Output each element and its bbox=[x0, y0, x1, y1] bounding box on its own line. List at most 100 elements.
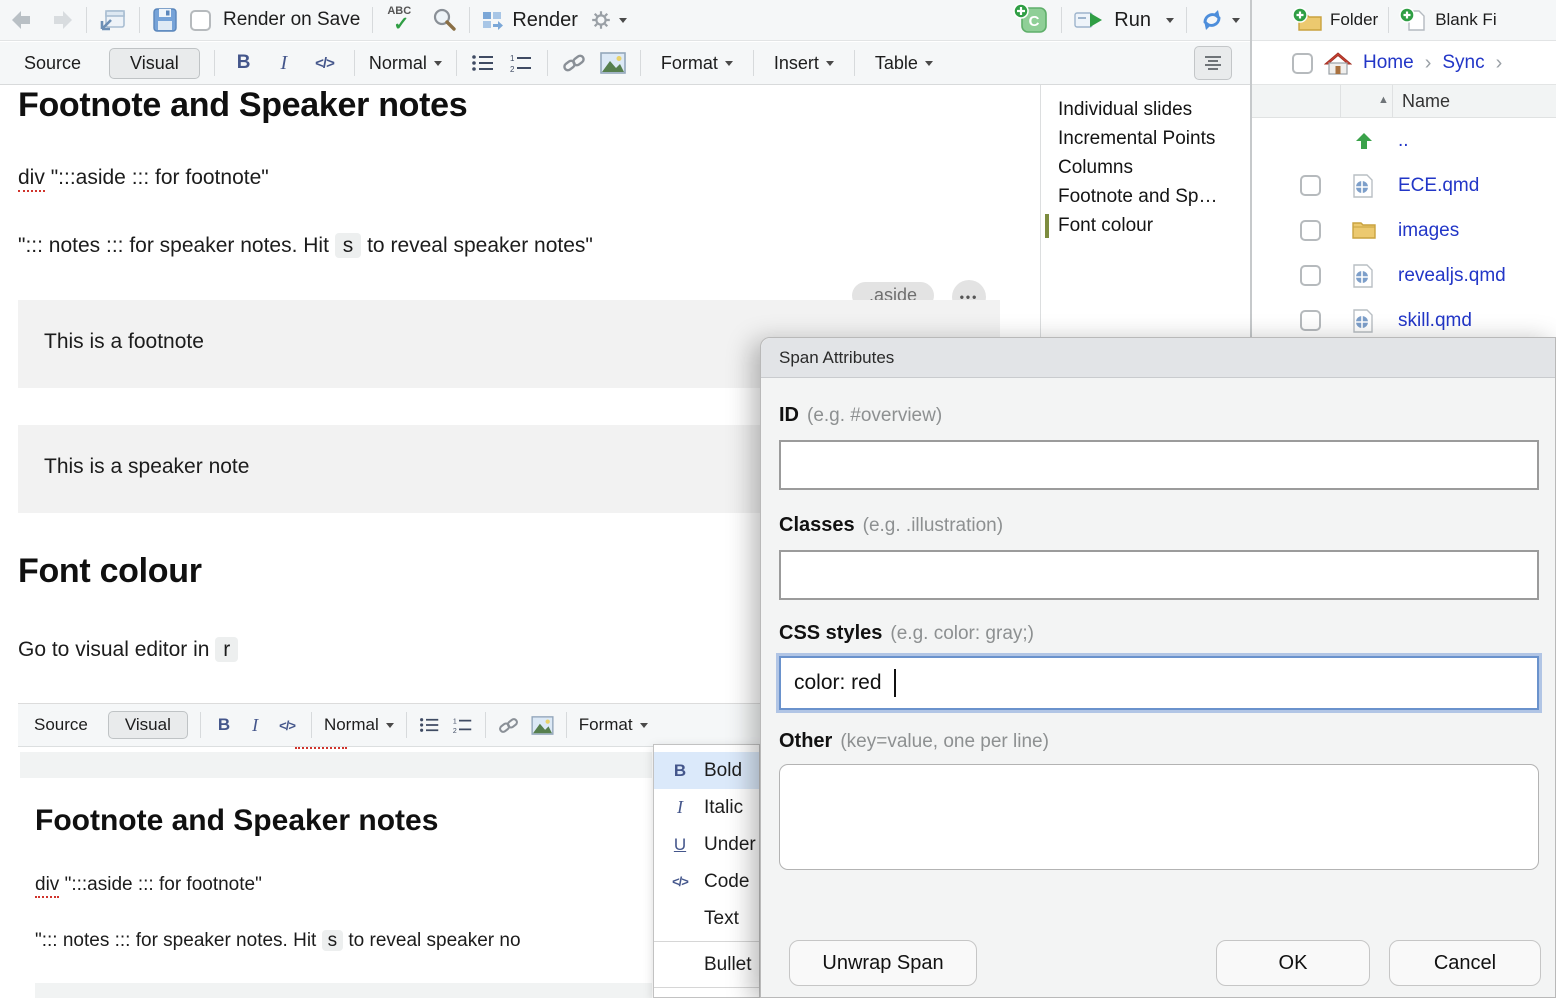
file-checkbox[interactable] bbox=[1300, 220, 1321, 241]
spellcheck-icon[interactable]: ABC ✓ bbox=[385, 5, 419, 35]
classes-input[interactable] bbox=[779, 550, 1539, 600]
italic-button[interactable]: I bbox=[272, 52, 295, 75]
rerun-button[interactable] bbox=[1199, 8, 1240, 32]
unwrap-span-button[interactable]: Unwrap Span bbox=[789, 940, 977, 986]
file-row-parent[interactable]: .. bbox=[1252, 118, 1556, 163]
qmd-file-icon bbox=[1352, 264, 1374, 288]
classes-field-label: Classes(e.g. .illustration) bbox=[779, 514, 1003, 537]
file-row[interactable]: ECE.qmd bbox=[1252, 163, 1556, 208]
run-button[interactable]: Run bbox=[1074, 9, 1174, 32]
text-cursor bbox=[894, 669, 896, 697]
select-all-checkbox[interactable] bbox=[1292, 53, 1313, 74]
doc-paragraph-visual-editor[interactable]: Go to visual editor in r bbox=[18, 638, 238, 662]
save-icon[interactable] bbox=[152, 7, 178, 33]
breadcrumb-home[interactable]: Home bbox=[1363, 52, 1414, 74]
file-row[interactable]: images bbox=[1252, 208, 1556, 253]
image-icon[interactable] bbox=[600, 52, 626, 74]
breadcrumb-sync[interactable]: Sync bbox=[1442, 52, 1484, 74]
new-folder-icon bbox=[1292, 7, 1322, 33]
search-icon[interactable] bbox=[431, 7, 457, 33]
outline-item-individual-slides[interactable]: Individual slides bbox=[1058, 95, 1251, 124]
toolbar-separator bbox=[547, 50, 548, 76]
breadcrumb-chevron-icon: › bbox=[1496, 52, 1503, 75]
render-options-button[interactable] bbox=[590, 9, 627, 31]
doc-heading-font-colour: Font colour bbox=[18, 552, 202, 591]
new-folder-button[interactable]: Folder bbox=[1292, 7, 1378, 33]
embedded-code-button: </> bbox=[275, 718, 299, 733]
outline-toggle-button[interactable] bbox=[1194, 46, 1232, 80]
css-styles-input[interactable] bbox=[779, 656, 1539, 710]
outline-item-incremental-points[interactable]: Incremental Points bbox=[1058, 124, 1251, 153]
format-dropdown-menu: BBold IItalic UUnder </>Code Text Bullet bbox=[653, 744, 760, 998]
embedded-paragraph-dropdown: Normal bbox=[324, 715, 394, 735]
file-name: skill.qmd bbox=[1398, 310, 1472, 332]
home-icon[interactable] bbox=[1324, 51, 1352, 76]
file-checkbox[interactable] bbox=[1300, 310, 1321, 331]
paragraph-style-dropdown[interactable]: Normal bbox=[369, 53, 442, 74]
sort-ascending-icon: ▲ bbox=[1378, 94, 1389, 106]
bullet-list-icon[interactable] bbox=[471, 53, 495, 73]
embedded-image-icon bbox=[531, 716, 554, 735]
outline-icon bbox=[1203, 55, 1223, 71]
table-menu[interactable]: Table bbox=[869, 53, 939, 74]
chevron-down-icon bbox=[1166, 18, 1174, 23]
render-on-save-checkbox[interactable] bbox=[190, 10, 211, 31]
up-directory-icon bbox=[1352, 132, 1376, 150]
new-blank-file-button[interactable]: Blank Fi bbox=[1399, 7, 1496, 33]
toolbar-separator bbox=[139, 7, 140, 33]
ok-button[interactable]: OK bbox=[1216, 940, 1370, 986]
embedded-link-icon bbox=[498, 715, 519, 736]
doc-heading-footnotes: Footnote and Speaker notes bbox=[18, 86, 467, 125]
format-menu[interactable]: Format bbox=[655, 53, 739, 74]
link-icon[interactable] bbox=[562, 51, 586, 75]
insert-menu[interactable]: Insert bbox=[768, 53, 840, 74]
tab-source[interactable]: Source bbox=[10, 53, 95, 74]
file-checkbox[interactable] bbox=[1300, 265, 1321, 286]
doc-paragraph-notes[interactable]: "::: notes ::: for speaker notes. Hit s … bbox=[18, 234, 593, 258]
embedded-paragraph-notes: "::: notes ::: for speaker notes. Hit s … bbox=[35, 930, 521, 952]
menu-item-code[interactable]: </>Code bbox=[654, 863, 759, 900]
id-input[interactable] bbox=[779, 440, 1539, 490]
underline-icon: U bbox=[668, 835, 692, 855]
outline-item-font-colour[interactable]: Font colour bbox=[1058, 211, 1251, 240]
other-textarea[interactable] bbox=[779, 764, 1539, 870]
files-column-header[interactable]: ▲ Name bbox=[1252, 84, 1556, 118]
file-checkbox[interactable] bbox=[1300, 175, 1321, 196]
open-in-new-window-icon[interactable] bbox=[99, 8, 127, 32]
insert-chunk-icon[interactable]: C bbox=[1013, 5, 1049, 35]
forward-icon[interactable] bbox=[48, 9, 74, 31]
bold-button[interactable]: B bbox=[229, 52, 259, 74]
qmd-file-icon bbox=[1352, 309, 1374, 333]
cancel-button[interactable]: Cancel bbox=[1389, 940, 1541, 986]
doc-paragraph-div[interactable]: div ":::aside ::: for footnote" bbox=[18, 166, 269, 190]
embedded-numbered-list-icon: 12 bbox=[452, 716, 473, 734]
menu-item-text[interactable]: Text bbox=[654, 900, 759, 937]
chevron-down-icon bbox=[619, 18, 627, 23]
menu-item-italic[interactable]: IItalic bbox=[654, 789, 759, 826]
embedded-format-menu: Format bbox=[579, 715, 648, 735]
back-icon[interactable] bbox=[10, 9, 36, 31]
toolbar-separator bbox=[214, 50, 215, 76]
numbered-list-icon[interactable]: 12 bbox=[509, 53, 533, 73]
italic-icon: I bbox=[668, 797, 692, 818]
embedded-tab-visual: Visual bbox=[108, 711, 188, 739]
file-row[interactable]: revealjs.qmd bbox=[1252, 253, 1556, 298]
toolbar-separator bbox=[354, 50, 355, 76]
code-button[interactable]: </> bbox=[309, 55, 340, 72]
qmd-file-icon bbox=[1352, 174, 1374, 198]
tab-visual[interactable]: Visual bbox=[109, 48, 200, 79]
folder-icon bbox=[1352, 221, 1376, 240]
outline-item-footnote[interactable]: Footnote and Sp… bbox=[1058, 182, 1251, 211]
toolbar-separator bbox=[456, 50, 457, 76]
svg-text:1: 1 bbox=[510, 54, 515, 63]
outline-item-columns[interactable]: Columns bbox=[1058, 153, 1251, 182]
menu-item-bullet-list[interactable]: Bullet bbox=[654, 946, 759, 983]
footnote-text: This is a footnote bbox=[44, 330, 204, 354]
menu-separator bbox=[654, 941, 759, 942]
menu-item-bold[interactable]: BBold bbox=[654, 752, 759, 789]
embedded-paragraph-div: div ":::aside ::: for footnote" bbox=[35, 874, 262, 896]
render-button[interactable]: Render bbox=[482, 9, 578, 32]
menu-item-underline[interactable]: UUnder bbox=[654, 826, 759, 863]
svg-text:2: 2 bbox=[510, 65, 515, 73]
inline-code-s: s bbox=[335, 233, 362, 258]
